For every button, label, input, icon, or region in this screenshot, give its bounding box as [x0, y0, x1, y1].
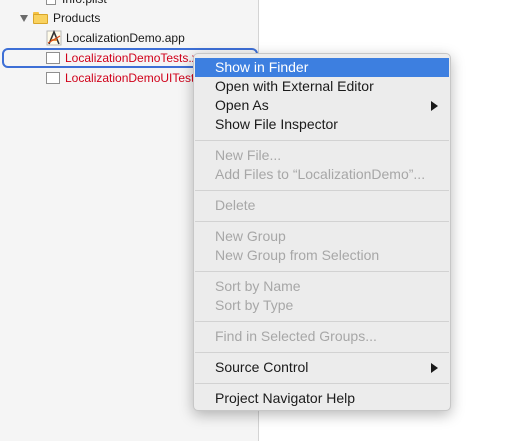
file-label: LocalizationDemoTests.x — [65, 51, 198, 65]
menu-separator — [195, 321, 449, 322]
menu-separator — [195, 352, 449, 353]
menu-separator — [195, 383, 449, 384]
group-label: Products — [53, 11, 101, 25]
file-label: LocalizationDemo.app — [66, 31, 185, 45]
menu-item-label: Source Control — [215, 359, 309, 375]
menu-separator — [195, 140, 449, 141]
menu-item-sort-by-type[interactable]: Sort by Type — [195, 296, 449, 315]
xcode-window: Info.plist ✕ Products LocalizationDemo.a… — [0, 0, 506, 441]
menu-item-find-in-selected-groups[interactable]: Find in Selected Groups... — [195, 327, 449, 346]
menu-item-show-file-inspector[interactable]: Show File Inspector — [195, 115, 449, 134]
menu-item-open-with-external-editor[interactable]: Open with External Editor — [195, 77, 449, 96]
menu-separator — [195, 221, 449, 222]
menu-item-new-group-from-selection[interactable]: New Group from Selection — [195, 246, 449, 265]
menu-separator — [195, 271, 449, 272]
menu-item-label: Open As — [215, 97, 269, 113]
disclosure-triangle-icon[interactable] — [20, 14, 28, 22]
xctest-bundle-icon — [46, 52, 60, 64]
xctest-bundle-icon — [46, 72, 60, 84]
menu-item-project-navigator-help[interactable]: Project Navigator Help — [195, 389, 449, 408]
menu-item-sort-by-name[interactable]: Sort by Name — [195, 277, 449, 296]
context-menu: Show in Finder Open with External Editor… — [193, 53, 451, 411]
menu-item-add-files[interactable]: Add Files to “LocalizationDemo”... — [195, 165, 449, 184]
menu-item-new-file[interactable]: New File... — [195, 146, 449, 165]
folder-icon — [33, 12, 48, 24]
menu-item-new-group[interactable]: New Group — [195, 227, 449, 246]
group-row-products[interactable]: Products — [0, 8, 259, 28]
menu-separator — [195, 190, 449, 191]
plist-file-icon — [46, 0, 56, 5]
app-icon — [46, 30, 62, 46]
submenu-arrow-icon — [431, 101, 438, 111]
menu-item-open-as[interactable]: Open As — [195, 96, 449, 115]
menu-item-show-in-finder[interactable]: Show in Finder — [195, 58, 449, 77]
menu-item-source-control[interactable]: Source Control — [195, 358, 449, 377]
file-row-app[interactable]: LocalizationDemo.app — [0, 28, 259, 48]
menu-item-delete[interactable]: Delete — [195, 196, 449, 215]
submenu-arrow-icon — [431, 363, 438, 373]
file-label: LocalizationDemoUITests — [65, 71, 201, 85]
